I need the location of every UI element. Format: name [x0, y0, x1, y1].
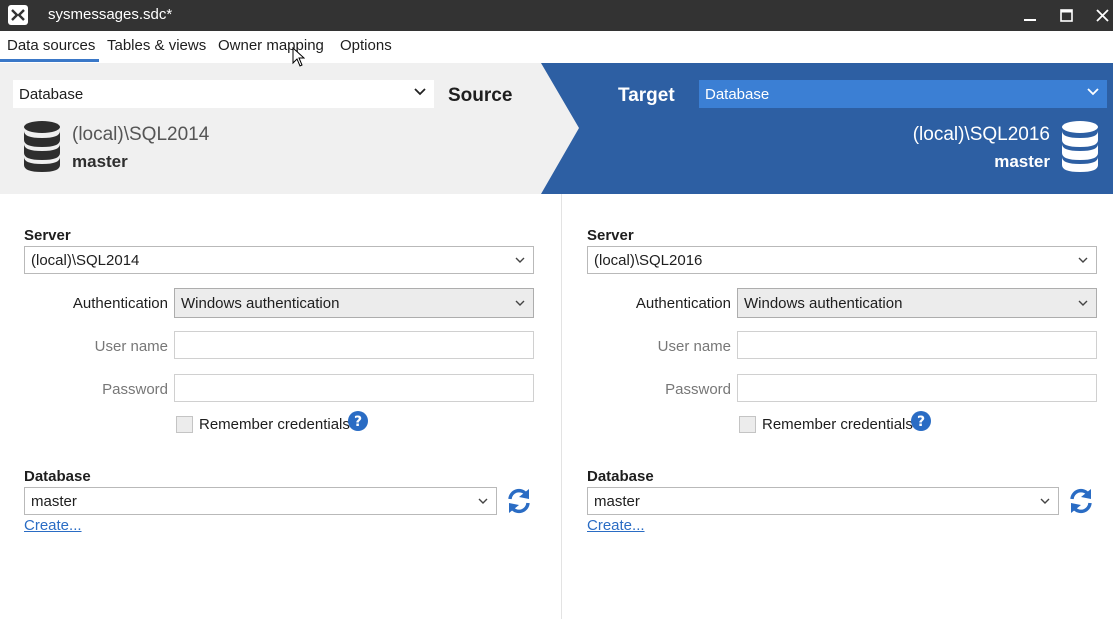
refresh-icon[interactable]: [505, 487, 533, 515]
minimize-button[interactable]: [1012, 0, 1048, 31]
source-remember-label: Remember credentials: [199, 416, 350, 433]
source-auth-value: Windows authentication: [181, 294, 340, 312]
target-database-value: master: [594, 492, 640, 510]
source-auth-dropdown[interactable]: Windows authentication: [174, 288, 534, 318]
source-server-value: (local)\SQL2014: [31, 251, 140, 269]
help-icon[interactable]: ?: [348, 411, 368, 431]
source-auth-label: Authentication: [72, 295, 168, 312]
target-database-name: master: [994, 152, 1050, 171]
database-icon: [24, 121, 60, 172]
source-username-label: User name: [94, 338, 168, 355]
source-server-dropdown[interactable]: (local)\SQL2014: [24, 246, 534, 274]
target-password-label: Password: [665, 381, 731, 398]
target-type-value: Database: [705, 85, 770, 103]
target-username-field[interactable]: [737, 331, 1097, 359]
chevron-down-icon: [1040, 498, 1050, 504]
source-server-name: (local)\SQL2014: [72, 124, 210, 145]
svg-text:?: ?: [354, 414, 362, 430]
maximize-button[interactable]: [1048, 0, 1084, 31]
chevron-down-icon: [1087, 88, 1099, 96]
target-type-dropdown[interactable]: Database: [699, 80, 1107, 108]
title-bar: sysmessages.sdc*: [0, 0, 1113, 31]
chevron-down-icon: [515, 300, 525, 306]
target-server-label: Server: [587, 227, 634, 244]
close-button[interactable]: [1084, 0, 1113, 31]
maximize-icon: [1059, 9, 1073, 22]
svg-text:?: ?: [917, 414, 925, 430]
source-database-value: master: [31, 492, 77, 510]
target-server-value: (local)\SQL2016: [594, 251, 703, 269]
app-logo-icon: [8, 5, 28, 25]
close-icon: [1095, 9, 1109, 22]
source-type-value: Database: [19, 85, 84, 103]
source-database-label: Database: [24, 468, 91, 485]
target-server-dropdown[interactable]: (local)\SQL2016: [587, 246, 1097, 274]
chevron-down-icon: [414, 88, 426, 96]
target-remember-label: Remember credentials: [762, 416, 913, 433]
target-password-field[interactable]: [737, 374, 1097, 402]
active-tab-indicator: [0, 59, 99, 62]
tab-data-sources[interactable]: Data sources: [7, 37, 95, 54]
source-database-name: master: [72, 152, 128, 171]
source-create-link[interactable]: Create...: [24, 517, 82, 534]
panel-divider: [561, 194, 562, 619]
tab-owner-mapping[interactable]: Owner mapping: [218, 37, 324, 54]
source-remember-checkbox[interactable]: [176, 416, 193, 433]
target-server-name: (local)\SQL2016: [912, 124, 1050, 145]
target-database-dropdown[interactable]: master: [587, 487, 1059, 515]
tab-options[interactable]: Options: [340, 37, 392, 54]
source-target-banner: Database Source (local)\SQL2014 master T…: [0, 63, 1113, 194]
window-title: sysmessages.sdc*: [48, 6, 173, 23]
source-type-dropdown[interactable]: Database: [13, 80, 434, 108]
target-create-link[interactable]: Create...: [587, 517, 645, 534]
target-database-label: Database: [587, 468, 654, 485]
target-remember-checkbox[interactable]: [739, 416, 756, 433]
source-password-label: Password: [102, 381, 168, 398]
refresh-icon[interactable]: [1067, 487, 1095, 515]
target-auth-dropdown[interactable]: Windows authentication: [737, 288, 1097, 318]
source-label: Source: [448, 85, 513, 106]
source-password-field[interactable]: [174, 374, 534, 402]
minimize-icon: [1024, 18, 1036, 21]
chevron-down-icon: [1078, 257, 1088, 263]
tab-bar: Data sources Tables & views Owner mappin…: [0, 31, 1113, 63]
database-icon: [1062, 121, 1098, 172]
chevron-down-icon: [515, 257, 525, 263]
help-icon[interactable]: ?: [911, 411, 931, 431]
target-username-label: User name: [657, 338, 731, 355]
source-username-field[interactable]: [174, 331, 534, 359]
tab-tables-views[interactable]: Tables & views: [107, 37, 206, 54]
target-label: Target: [618, 85, 675, 106]
chevron-down-icon: [478, 498, 488, 504]
source-server-label: Server: [24, 227, 71, 244]
mouse-cursor-icon: [292, 47, 305, 67]
source-database-dropdown[interactable]: master: [24, 487, 497, 515]
chevron-down-icon: [1078, 300, 1088, 306]
target-auth-label: Authentication: [635, 295, 731, 312]
target-auth-value: Windows authentication: [744, 294, 903, 312]
